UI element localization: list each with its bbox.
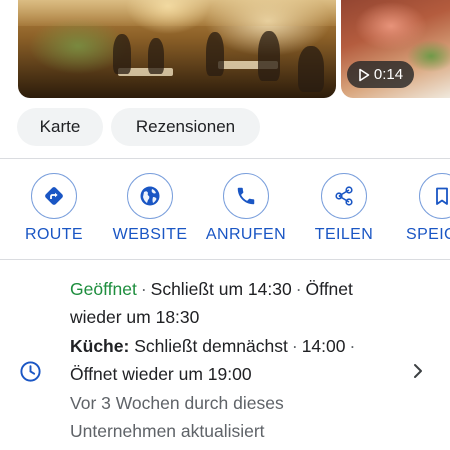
kitchen-closing: Schließt demnächst (134, 336, 288, 356)
website-label: WEBSITE (112, 226, 188, 243)
phone-icon (237, 187, 255, 205)
photo-awning (18, 0, 336, 26)
tab-map-chip[interactable]: Karte (17, 108, 103, 146)
video-duration: 0:14 (373, 66, 404, 83)
website-button-circle (127, 173, 173, 219)
updated-note-1: Vor 3 Wochen durch dieses (70, 393, 284, 413)
video-duration-badge: 0:14 (347, 61, 414, 88)
chevron-right-icon[interactable] (410, 362, 426, 380)
photo-person (206, 32, 224, 76)
closing-time: Schließt um 14:30 (150, 279, 292, 299)
call-button-circle (223, 173, 269, 219)
call-label: ANRUFEN (205, 226, 287, 243)
website-button[interactable]: WEBSITE (102, 173, 198, 245)
share-button[interactable]: TEILEN (296, 173, 392, 245)
separator-dot: · (140, 279, 147, 299)
reopen-text-end: wieder um 18:30 (70, 307, 200, 327)
separator-dot: · (291, 336, 298, 356)
photo-person (258, 31, 280, 81)
share-label: TEILEN (314, 226, 374, 243)
photo-carousel: 0:14 (0, 0, 450, 100)
photo-person (148, 38, 164, 74)
open-status: Geöffnet (70, 279, 137, 299)
separator-dot: · (295, 279, 302, 299)
kitchen-line-2: Öffnet wieder um 19:00 (70, 364, 252, 385)
share-button-circle (321, 173, 367, 219)
play-icon (359, 68, 370, 81)
clock-icon (20, 361, 41, 382)
share-icon (335, 186, 353, 206)
directions-icon (45, 187, 63, 205)
tab-reviews-chip[interactable]: Rezensionen (111, 108, 260, 146)
divider (0, 259, 450, 260)
save-button-circle (419, 173, 450, 219)
kitchen-line-1: Küche: Schließt demnächst · 14:00 · (70, 336, 359, 357)
separator-dot: · (349, 336, 356, 356)
call-button[interactable]: ANRUFEN (198, 173, 294, 245)
divider (0, 158, 450, 159)
save-label: SPEIC (406, 226, 450, 243)
hours-line-1: Geöffnet · Schließt um 14:30 · Öffnet (70, 279, 353, 300)
route-button[interactable]: ROUTE (6, 173, 102, 245)
kitchen-label: Küche: (70, 336, 130, 356)
route-label: ROUTE (25, 226, 83, 243)
kitchen-reopen: Öffnet wieder um 19:00 (70, 364, 252, 384)
restaurant-photo[interactable] (18, 0, 336, 98)
globe-icon (140, 186, 160, 206)
updated-note-2: Unternehmen aktualisiert (70, 421, 265, 441)
save-button[interactable]: SPEIC (394, 173, 450, 245)
hours-line-2: wieder um 18:30 (70, 307, 199, 328)
bookmark-icon (436, 187, 448, 205)
photo-person (298, 46, 324, 92)
reopen-text-start: Öffnet (305, 279, 353, 299)
photo-person (113, 34, 131, 74)
route-button-circle (31, 173, 77, 219)
kitchen-time: 14:00 (301, 336, 346, 356)
